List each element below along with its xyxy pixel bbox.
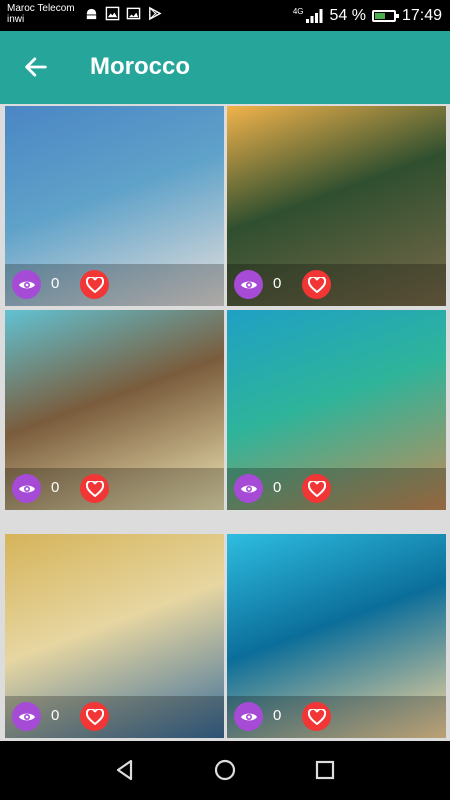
clock: 17:49 [401,6,442,24]
heart-icon [307,708,326,725]
navigation-bar [0,741,450,800]
recents-square-icon[interactable] [312,757,338,783]
photo-card[interactable]: 0 [5,534,224,738]
like-button[interactable] [80,702,109,731]
arrow-back-icon[interactable] [22,53,50,81]
views-button[interactable] [234,702,263,731]
signal-icon [306,8,323,23]
views-count: 0 [273,479,282,496]
network-type: 4G [292,6,304,16]
carrier-name-1: Maroc Telecom [7,3,75,14]
back-triangle-icon[interactable] [112,757,138,783]
battery-level [374,12,385,19]
views-button[interactable] [234,270,263,299]
like-button[interactable] [302,270,331,299]
heart-icon [307,276,326,293]
views-button[interactable] [12,702,41,731]
views-button[interactable] [12,270,41,299]
heart-icon [307,480,326,497]
views-count: 0 [51,479,60,496]
eye-icon [240,485,257,492]
status-bar: Maroc Telecom inwi 4G 54 % 17:49 [0,0,450,31]
battery-icon [371,9,399,22]
card-actions: 0 [227,468,446,510]
play-store-icon [149,6,162,21]
carrier-name-2: inwi [7,14,25,25]
like-button[interactable] [80,474,109,503]
card-actions: 0 [227,696,446,738]
photo-card[interactable]: 0 [5,106,224,306]
like-button[interactable] [302,702,331,731]
image-icon [105,6,120,21]
eye-icon [240,713,257,720]
photo-card[interactable]: 0 [227,106,446,306]
card-actions: 0 [227,264,446,306]
like-button[interactable] [80,270,109,299]
like-button[interactable] [302,474,331,503]
views-count: 0 [51,707,60,724]
battery-percent: 54 % [329,6,366,24]
heart-icon [85,480,104,497]
notification-icons [84,6,162,21]
card-actions: 0 [5,264,224,306]
card-actions: 0 [5,468,224,510]
views-count: 0 [273,275,282,292]
android-icon [86,8,97,20]
views-count: 0 [51,275,60,292]
eye-icon [18,281,35,288]
heart-icon [85,708,104,725]
views-button[interactable] [234,474,263,503]
page-title: Morocco [90,53,191,80]
app-bar: Morocco [0,31,450,104]
status-right: 4G 54 % 17:49 [293,0,442,31]
eye-icon [240,281,257,288]
heart-icon [85,276,104,293]
photo-card[interactable]: 0 [227,534,446,738]
gallery-icon [126,7,141,20]
eye-icon [18,713,35,720]
home-circle-icon[interactable] [212,757,238,783]
eye-icon [18,485,35,492]
card-actions: 0 [5,696,224,738]
photo-card[interactable]: 0 [227,310,446,510]
views-button[interactable] [12,474,41,503]
views-count: 0 [273,707,282,724]
photo-grid: 0 0 0 0 0 0 [5,106,446,738]
carrier-info: Maroc Telecom inwi [7,3,75,25]
photo-card[interactable]: 0 [5,310,224,510]
